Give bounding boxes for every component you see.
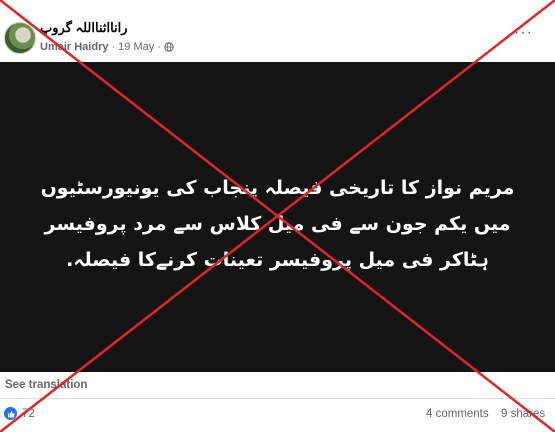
more-icon[interactable]: ···: [514, 24, 533, 42]
shares-count[interactable]: 9 shares: [501, 408, 545, 420]
caption-line: میں یکم جون سے فی میل کلاس سے مرد پروفیس…: [44, 213, 511, 235]
post-meta: Umair Haidry · 19 May ·: [40, 41, 174, 53]
image-caption: مریم نواز کا تاریخی فیصلہ پنجاب کی یونیو…: [0, 170, 555, 278]
reaction-count[interactable]: 72: [22, 408, 35, 420]
group-name[interactable]: رانااثنااللہ گروپ: [40, 20, 128, 36]
group-avatar[interactable]: [4, 22, 36, 54]
post-header: رانااثنااللہ گروپ Umair Haidry · 19 May …: [0, 0, 555, 62]
post-image[interactable]: مریم نواز کا تاریخی فیصلہ پنجاب کی یونیو…: [0, 62, 555, 372]
author-name[interactable]: Umair Haidry: [40, 41, 108, 53]
meta-separator: ·: [111, 41, 116, 53]
post-date[interactable]: 19 May: [118, 41, 154, 53]
caption-line: ہٹاکر فی میل پروفیسر تعینات کرنےکا فیصلہ…: [66, 249, 489, 271]
like-icon[interactable]: [4, 407, 17, 420]
see-translation-link[interactable]: See translation: [5, 379, 87, 391]
thumbs-up-icon: [7, 410, 15, 417]
footer-divider: [0, 398, 555, 399]
globe-icon: [164, 42, 174, 52]
meta-separator-2: ·: [157, 41, 161, 53]
caption-line: مریم نواز کا تاریخی فیصلہ پنجاب کی یونیو…: [40, 177, 515, 199]
comments-count[interactable]: 4 comments: [426, 408, 489, 420]
